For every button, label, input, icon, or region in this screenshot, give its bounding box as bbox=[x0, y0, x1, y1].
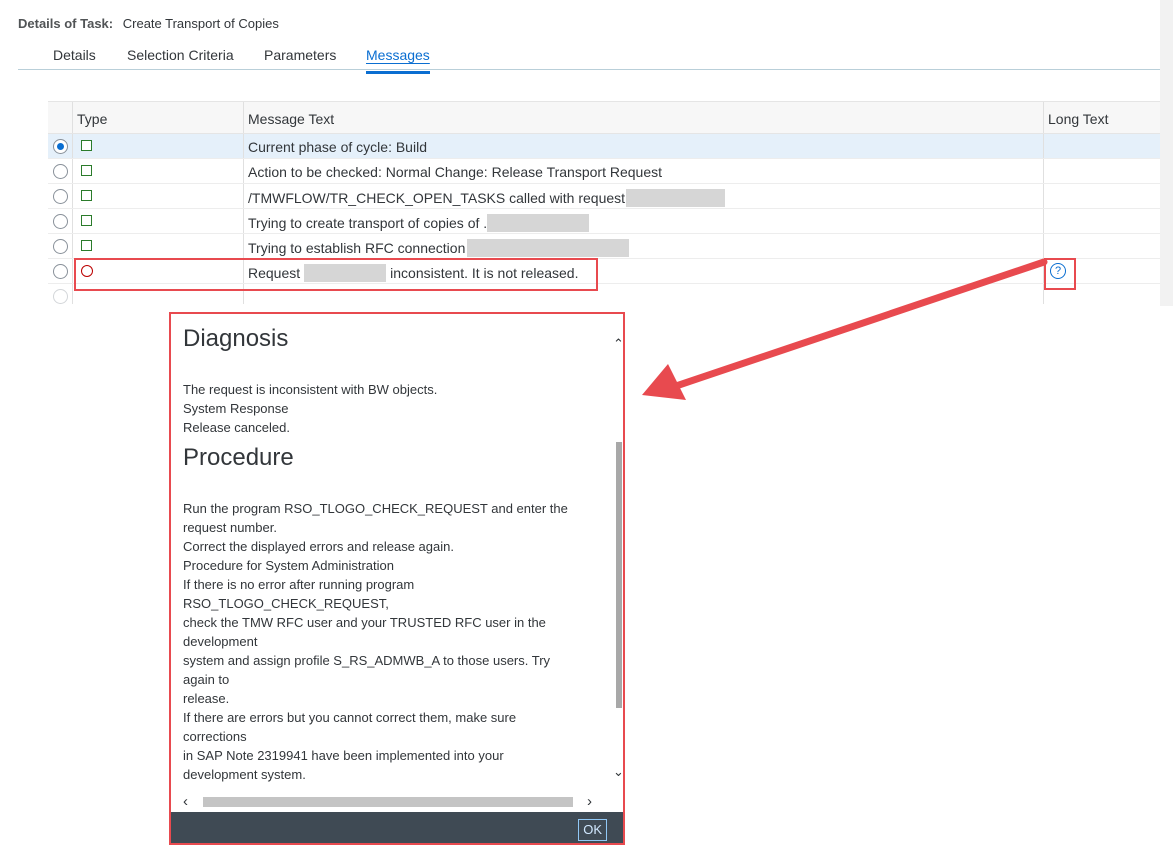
row-select-radio bbox=[53, 289, 68, 304]
procedure-line: in SAP Note 2319941 have been implemente… bbox=[183, 748, 504, 763]
success-status-icon bbox=[81, 140, 92, 151]
row-select-radio[interactable] bbox=[53, 264, 68, 279]
tab-bar: Details Selection Criteria Parameters Me… bbox=[18, 40, 1160, 74]
column-header-type[interactable]: Type bbox=[77, 111, 107, 127]
column-header-long-text[interactable]: Long Text bbox=[1048, 111, 1108, 127]
message-text: Current phase of cycle: Build bbox=[248, 139, 427, 155]
horizontal-scrollbar[interactable]: ‹ › bbox=[171, 792, 623, 812]
vertical-scroll-thumb[interactable] bbox=[616, 442, 622, 708]
procedure-line: RSO_TLOGO_CHECK_REQUEST, bbox=[183, 596, 389, 611]
message-text: Trying to create transport of copies of … bbox=[248, 215, 488, 231]
redacted-system-name bbox=[467, 239, 630, 257]
tab-messages[interactable]: Messages bbox=[366, 47, 430, 74]
column-header-message-text[interactable]: Message Text bbox=[248, 111, 334, 127]
right-scroll-strip bbox=[1160, 0, 1173, 306]
tab-selection-criteria[interactable]: Selection Criteria bbox=[127, 47, 234, 63]
redacted-request-id bbox=[487, 214, 590, 232]
message-text: Trying to establish RFC connection bbox=[248, 240, 466, 256]
procedure-heading: Procedure bbox=[183, 444, 294, 471]
table-row[interactable]: /TMWFLOW/TR_CHECK_OPEN_TASKS called with… bbox=[48, 184, 1160, 209]
table-row[interactable]: Trying to establish RFC connection bbox=[48, 234, 1160, 259]
procedure-line: system and assign profile S_RS_ADMWB_A t… bbox=[183, 653, 551, 668]
tab-parameters[interactable]: Parameters bbox=[264, 47, 336, 63]
message-text-cell: /TMWFLOW/TR_CHECK_OPEN_TASKS called with… bbox=[248, 189, 726, 207]
table-row[interactable]: Current phase of cycle: Build bbox=[48, 134, 1160, 159]
table-header: Type Message Text Long Text bbox=[48, 101, 1160, 134]
procedure-line: If there is no error after running progr… bbox=[183, 577, 415, 592]
row-select-radio[interactable] bbox=[53, 239, 68, 254]
diagnosis-line: The request is inconsistent with BW obje… bbox=[183, 382, 438, 397]
diagnosis-heading: Diagnosis bbox=[183, 325, 289, 352]
redacted-request-id bbox=[626, 189, 726, 207]
procedure-line: corrections bbox=[183, 729, 247, 744]
row-select-radio[interactable] bbox=[53, 139, 68, 154]
table-row[interactable]: Action to be checked: Normal Change: Rel… bbox=[48, 159, 1160, 184]
success-status-icon bbox=[81, 165, 92, 176]
message-text-cell: Trying to create transport of copies of … bbox=[248, 214, 590, 232]
success-status-icon bbox=[81, 190, 92, 201]
header-label: Details of Task: bbox=[18, 16, 114, 31]
scroll-down-icon[interactable]: ⌄ bbox=[613, 764, 623, 780]
tab-details[interactable]: Details bbox=[53, 47, 96, 63]
procedure-line: release. bbox=[183, 691, 230, 706]
scroll-right-icon[interactable]: › bbox=[587, 793, 592, 810]
task-details-header: Details of Task: Create Transport of Cop… bbox=[18, 16, 279, 31]
message-text: /TMWFLOW/TR_CHECK_OPEN_TASKS called with… bbox=[248, 190, 626, 206]
procedure-line: request number. bbox=[183, 520, 277, 535]
error-row-highlight bbox=[74, 258, 598, 291]
diagnosis-line: Release canceled. bbox=[183, 420, 290, 435]
diagnosis-line: System Response bbox=[183, 401, 289, 416]
success-status-icon bbox=[81, 215, 92, 226]
row-select-radio[interactable] bbox=[53, 164, 68, 179]
table-row[interactable]: Trying to create transport of copies of … bbox=[48, 209, 1160, 234]
procedure-line: If there are errors but you cannot corre… bbox=[183, 710, 517, 725]
success-status-icon bbox=[81, 240, 92, 251]
message-text-cell: Trying to establish RFC connection bbox=[248, 239, 630, 257]
ok-button[interactable]: OK bbox=[578, 819, 607, 841]
horizontal-scroll-thumb[interactable] bbox=[203, 797, 573, 807]
long-text-popup: Diagnosis The request is inconsistent wi… bbox=[169, 312, 625, 845]
procedure-line: Procedure for System Administration bbox=[183, 558, 394, 573]
procedure-line: check the TMW RFC user and your TRUSTED … bbox=[183, 615, 546, 630]
scroll-up-icon[interactable]: ⌃ bbox=[613, 336, 623, 352]
procedure-line: Run the program RSO_TLOGO_CHECK_REQUEST … bbox=[183, 501, 568, 516]
task-name: Create Transport of Copies bbox=[122, 16, 279, 31]
procedure-line: again to bbox=[183, 672, 230, 687]
long-text-content: Diagnosis The request is inconsistent wi… bbox=[183, 326, 613, 784]
procedure-line: development system. bbox=[183, 767, 306, 782]
row-select-radio[interactable] bbox=[53, 189, 68, 204]
procedure-line: Correct the displayed errors and release… bbox=[183, 539, 454, 554]
row-select-radio[interactable] bbox=[53, 214, 68, 229]
long-text-highlight bbox=[1044, 258, 1076, 290]
scroll-left-icon[interactable]: ‹ bbox=[183, 793, 188, 810]
procedure-line: development bbox=[183, 634, 258, 649]
select-all-column[interactable] bbox=[48, 102, 73, 133]
message-text: Action to be checked: Normal Change: Rel… bbox=[248, 164, 663, 180]
popup-footer: OK bbox=[171, 812, 623, 843]
